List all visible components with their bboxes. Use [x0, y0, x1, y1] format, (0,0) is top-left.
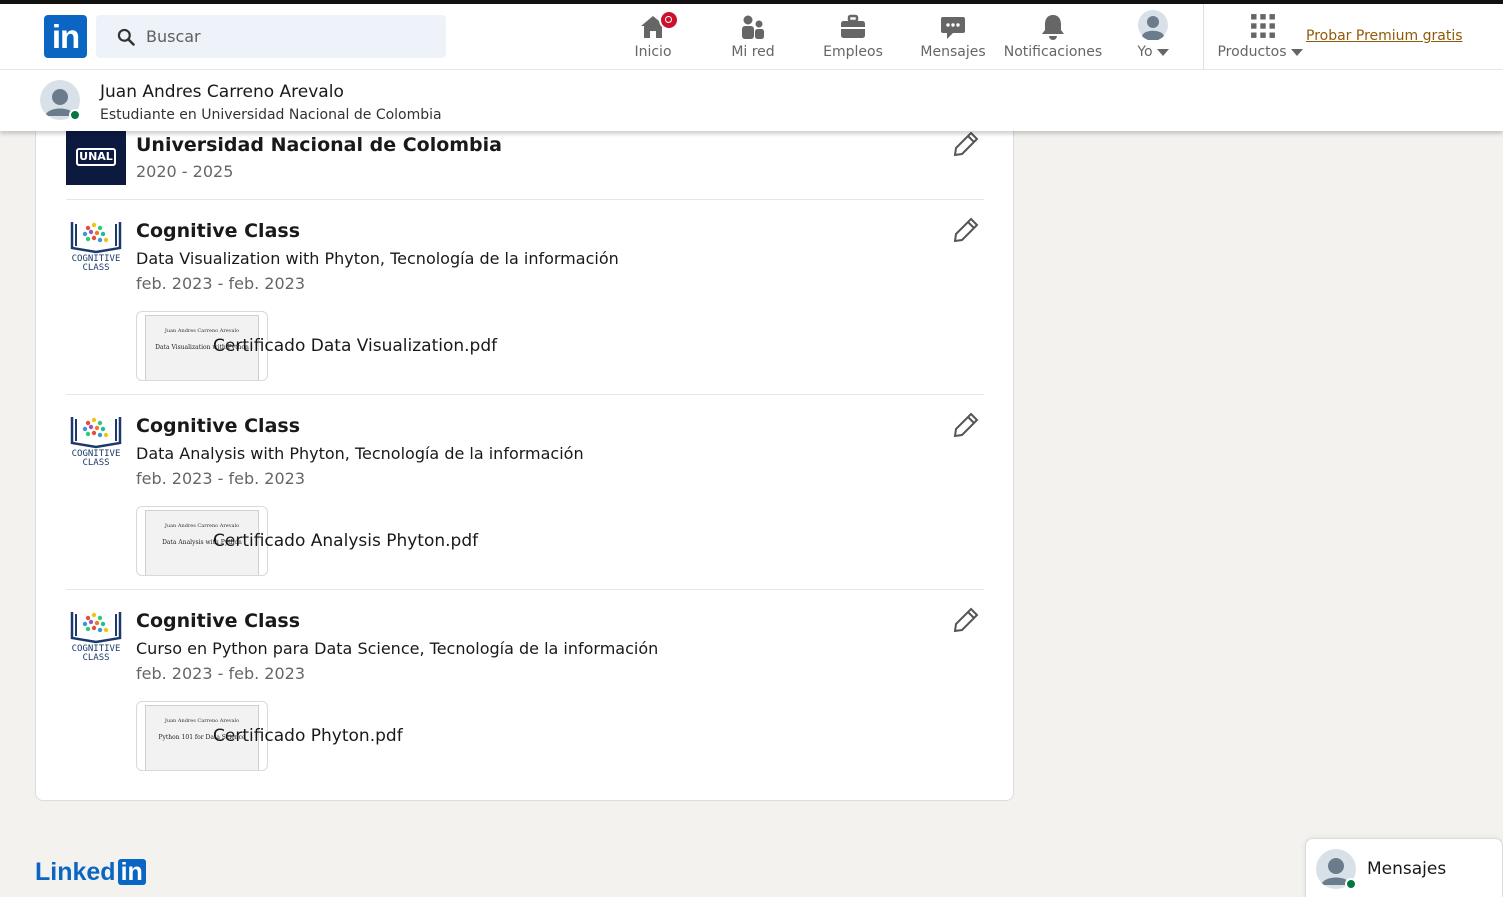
institution-name[interactable]: Cognitive Class: [136, 415, 300, 437]
nav-item-yo[interactable]: Yo: [1103, 10, 1203, 66]
grid-icon: [1251, 14, 1275, 38]
cognitive-class-logo[interactable]: COGNITIVE CLASS: [66, 413, 126, 467]
education-dates: feb. 2023 - feb. 2023: [136, 664, 305, 683]
footer-brand-in: in: [117, 859, 146, 886]
chevron-down-icon: [1156, 48, 1169, 56]
avatar: [1138, 10, 1168, 40]
search-box[interactable]: [96, 15, 446, 58]
cognitive-class-logo[interactable]: COGNITIVE CLASS: [66, 218, 126, 272]
online-status-dot: [1345, 878, 1357, 890]
nav-label: Mensajes: [920, 44, 986, 60]
degree-field: Data Analysis with Phyton, Tecnología de…: [136, 444, 584, 463]
media-title[interactable]: Certificado Analysis Phyton.pdf: [213, 531, 478, 551]
degree-field: Curso en Python para Data Science, Tecno…: [136, 639, 659, 658]
media-title[interactable]: Certificado Data Visualization.pdf: [213, 336, 497, 356]
education-dates: feb. 2023 - feb. 2023: [136, 469, 305, 488]
nav-label: Empleos: [823, 44, 883, 60]
nav-item-mensajes[interactable]: Mensajes: [903, 10, 1003, 66]
profile-headline: Estudiante en Universidad Nacional de Co…: [100, 107, 442, 123]
bell-icon: [1042, 15, 1064, 40]
nav-label: Productos: [1210, 44, 1310, 60]
profile-name: Juan Andres Carreno Arevalo: [100, 82, 344, 102]
edit-pencil-icon[interactable]: [952, 216, 980, 244]
profile-sticky-bar: Juan Andres Carreno Arevalo Estudiante e…: [0, 70, 1503, 131]
nav-label: Inicio: [634, 44, 672, 60]
network-icon: [742, 15, 764, 39]
global-nav: in Inicio Mi red Empleos: [0, 4, 1503, 70]
education-card: UNAL Universidad Nacional de Colombia 20…: [35, 100, 1014, 801]
chevron-down-icon: [1290, 48, 1303, 56]
divider: [66, 199, 984, 200]
institution-name[interactable]: Cognitive Class: [136, 220, 300, 242]
education-dates: feb. 2023 - feb. 2023: [136, 274, 305, 293]
messaging-overlay[interactable]: Mensajes: [1305, 838, 1503, 897]
nav-item-notificaciones[interactable]: Notificaciones: [1003, 10, 1103, 66]
cognitive-logo-line2: CLASS: [82, 458, 109, 467]
briefcase-icon: [841, 14, 865, 38]
online-status-dot: [69, 109, 81, 121]
chat-icon: [941, 17, 965, 39]
nav-item-inicio[interactable]: Inicio: [603, 10, 703, 66]
cognitive-logo-line2: CLASS: [82, 653, 109, 662]
degree-field: Data Visualization with Phyton, Tecnolog…: [136, 249, 619, 268]
education-entry: UNAL Universidad Nacional de Colombia 20…: [66, 130, 984, 200]
nav-label: Yo: [1103, 44, 1203, 60]
footer-linkedin-logo[interactable]: Linked in: [35, 858, 146, 888]
education-dates: 2020 - 2025: [136, 162, 234, 181]
footer-brand-text: Linked: [35, 858, 116, 886]
education-entry: COGNITIVE CLASS Cognitive Class Curso en…: [66, 606, 984, 776]
search-icon: [117, 28, 135, 46]
edit-pencil-icon[interactable]: [952, 606, 980, 634]
unal-logo-text: UNAL: [76, 148, 116, 166]
notification-badge: [659, 10, 679, 30]
premium-link[interactable]: Probar Premium gratis: [1306, 28, 1463, 44]
education-entry: COGNITIVE CLASS Cognitive Class Data Vis…: [66, 216, 984, 386]
nav-label: Notificaciones: [1003, 44, 1103, 60]
institution-name[interactable]: Universidad Nacional de Colombia: [136, 134, 502, 156]
institution-name[interactable]: Cognitive Class: [136, 610, 300, 632]
cognitive-logo-line2: CLASS: [82, 263, 109, 272]
divider: [66, 394, 984, 395]
divider: [66, 589, 984, 590]
unal-logo[interactable]: UNAL: [66, 131, 126, 185]
edit-pencil-icon[interactable]: [952, 411, 980, 439]
nav-divider: [1203, 4, 1204, 70]
nav-item-empleos[interactable]: Empleos: [803, 10, 903, 66]
messaging-label: Mensajes: [1367, 859, 1447, 879]
education-entry: COGNITIVE CLASS Cognitive Class Data Ana…: [66, 411, 984, 581]
nav-item-productos[interactable]: Productos: [1210, 10, 1310, 66]
media-title[interactable]: Certificado Phyton.pdf: [213, 726, 403, 746]
linkedin-logo-icon[interactable]: in: [44, 15, 87, 58]
nav-label: Mi red: [731, 44, 775, 60]
search-input[interactable]: [146, 15, 436, 58]
edit-pencil-icon[interactable]: [952, 130, 980, 158]
cognitive-class-logo[interactable]: COGNITIVE CLASS: [66, 608, 126, 662]
nav-item-mi-red[interactable]: Mi red: [703, 10, 803, 66]
